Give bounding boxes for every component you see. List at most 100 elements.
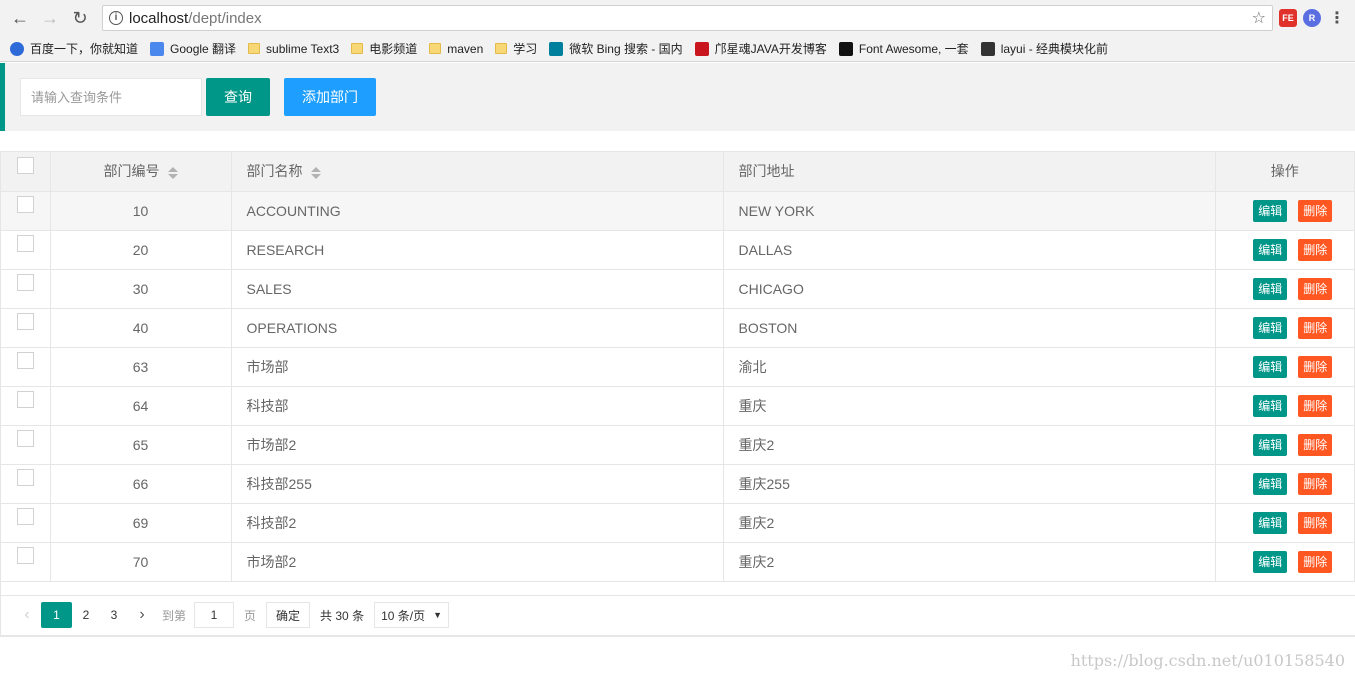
dropdown-caret-icon: ▼ (433, 610, 443, 620)
delete-button[interactable]: 删除 (1298, 550, 1333, 573)
actions-cell: 编辑 删除 (1215, 425, 1355, 465)
row-checkbox[interactable] (16, 391, 34, 409)
edit-button[interactable]: 编辑 (1253, 433, 1288, 456)
actions-cell: 编辑 删除 (1215, 503, 1355, 543)
row-checkbox[interactable] (16, 508, 34, 526)
delete-button[interactable]: 删除 (1298, 394, 1333, 417)
add-dept-button[interactable]: 添加部门 (284, 78, 376, 116)
dept-loc-cell: 重庆2 (723, 503, 1216, 543)
dept-id-cell: 69 (50, 503, 232, 543)
row-checkbox[interactable] (16, 430, 34, 448)
bookmark-folder-movie[interactable]: 电影频道 (351, 40, 417, 57)
goto-page-input[interactable] (194, 602, 235, 628)
dept-loc-cell: 重庆 (723, 386, 1216, 426)
delete-button[interactable]: 删除 (1298, 238, 1333, 261)
bookmark-star-icon[interactable]: ☆ (1252, 8, 1266, 28)
search-input[interactable] (20, 78, 202, 116)
row-select-cell (1, 542, 51, 582)
delete-button[interactable]: 删除 (1298, 316, 1333, 339)
dept-id-cell: 63 (50, 347, 232, 387)
goto-confirm-button[interactable]: 确定 (266, 602, 311, 628)
row-checkbox[interactable] (16, 196, 34, 214)
table-footer-spacer (1, 582, 1355, 596)
page-size-select[interactable]: 10 条/页 ▼ (374, 602, 450, 628)
page-1[interactable]: 1 (41, 602, 72, 628)
table-row: 20 RESEARCH DALLAS 编辑 删除 (1, 230, 1355, 270)
dept-loc-cell: CHICAGO (723, 269, 1216, 309)
delete-button[interactable]: 删除 (1298, 472, 1333, 495)
address-bar[interactable]: i localhost/dept/index ☆ (102, 5, 1273, 31)
sort-icon[interactable] (167, 166, 178, 179)
dept-name-cell: 科技部255 (231, 464, 724, 504)
site-info-icon[interactable]: i (109, 11, 123, 25)
sort-icon[interactable] (310, 166, 321, 179)
actions-cell: 编辑 删除 (1215, 269, 1355, 309)
bookmark-baidu[interactable]: 百度一下，你就知道 (10, 40, 138, 57)
page-3[interactable]: 3 (100, 602, 128, 628)
actions-cell: 编辑 删除 (1215, 542, 1355, 582)
dept-name-cell: 市场部2 (231, 425, 724, 465)
dept-id-cell: 40 (50, 308, 232, 348)
font-awesome-icon (838, 41, 853, 56)
forward-icon[interactable]: → (38, 6, 62, 30)
bookmark-google-translate[interactable]: Google 翻译 (150, 40, 236, 57)
delete-button[interactable]: 删除 (1298, 199, 1333, 222)
query-button[interactable]: 查询 (206, 78, 270, 116)
row-checkbox[interactable] (16, 235, 34, 253)
row-select-cell (1, 308, 51, 348)
header-dept-name[interactable]: 部门名称 (231, 152, 724, 192)
bookmark-folder-study[interactable]: 学习 (495, 40, 537, 57)
bookmark-layui[interactable]: layui - 经典模块化前 (980, 40, 1108, 57)
edit-button[interactable]: 编辑 (1253, 316, 1288, 339)
edit-button[interactable]: 编辑 (1253, 511, 1288, 534)
bookmarks-bar: 百度一下，你就知道 Google 翻译 sublime Text3 电影频道 m… (0, 36, 1355, 62)
bookmark-font-awesome[interactable]: Font Awesome, 一套 (838, 40, 969, 57)
edit-button[interactable]: 编辑 (1253, 199, 1288, 222)
row-checkbox[interactable] (16, 274, 34, 292)
bookmark-folder-maven[interactable]: maven (429, 42, 483, 56)
dept-id-cell: 64 (50, 386, 232, 426)
page-2[interactable]: 2 (72, 602, 100, 628)
dept-name-cell: ACCOUNTING (231, 191, 724, 231)
row-select-cell (1, 464, 51, 504)
table-row: 10 ACCOUNTING NEW YORK 编辑 删除 (1, 191, 1355, 231)
delete-button[interactable]: 删除 (1298, 511, 1333, 534)
edit-button[interactable]: 编辑 (1253, 277, 1288, 300)
edit-button[interactable]: 编辑 (1253, 238, 1288, 261)
bookmark-bing[interactable]: 微软 Bing 搜索 - 国内 (549, 40, 683, 57)
table-row: 70 市场部2 重庆2 编辑 删除 (1, 542, 1355, 582)
bookmark-folder-sublime[interactable]: sublime Text3 (248, 42, 339, 56)
delete-button[interactable]: 删除 (1298, 433, 1333, 456)
back-icon[interactable]: ← (8, 6, 32, 30)
goto-label: 到第 (162, 608, 187, 623)
prev-page-icon[interactable]: ‹ (13, 602, 41, 628)
row-checkbox[interactable] (16, 352, 34, 370)
dept-loc-cell: 重庆2 (723, 542, 1216, 582)
edit-button[interactable]: 编辑 (1253, 355, 1288, 378)
reload-icon[interactable]: ↻ (68, 6, 92, 30)
r-extension-icon[interactable]: R (1303, 9, 1321, 27)
row-checkbox[interactable] (16, 469, 34, 487)
edit-button[interactable]: 编辑 (1253, 550, 1288, 573)
table-row: 30 SALES CHICAGO 编辑 删除 (1, 269, 1355, 309)
table-row: 65 市场部2 重庆2 编辑 删除 (1, 425, 1355, 465)
browser-toolbar: ← → ↻ i localhost/dept/index ☆ FE R ⋮ (0, 0, 1355, 36)
bookmark-csdn[interactable]: 邝星魂JAVA开发博客 (694, 40, 827, 57)
dept-name-cell: 市场部2 (231, 542, 724, 582)
select-all-checkbox[interactable] (16, 157, 34, 175)
edit-button[interactable]: 编辑 (1253, 394, 1288, 417)
delete-button[interactable]: 删除 (1298, 277, 1333, 300)
table-row: 69 科技部2 重庆2 编辑 删除 (1, 503, 1355, 543)
delete-button[interactable]: 删除 (1298, 355, 1333, 378)
edit-button[interactable]: 编辑 (1253, 472, 1288, 495)
browser-menu-icon[interactable]: ⋮ (1327, 8, 1347, 28)
bing-icon (549, 41, 564, 56)
header-dept-id[interactable]: 部门编号 (50, 152, 232, 192)
next-page-icon[interactable]: › (128, 602, 156, 628)
row-checkbox[interactable] (16, 547, 34, 565)
row-checkbox[interactable] (16, 313, 34, 331)
url-text[interactable]: localhost/dept/index (129, 10, 1246, 27)
folder-icon (351, 43, 364, 54)
fe-extension-icon[interactable]: FE (1279, 9, 1297, 27)
dept-table: 部门编号 部门名称 部门地址 操作 10 ACCOUNTING NEW YORK 编辑… (0, 151, 1355, 637)
